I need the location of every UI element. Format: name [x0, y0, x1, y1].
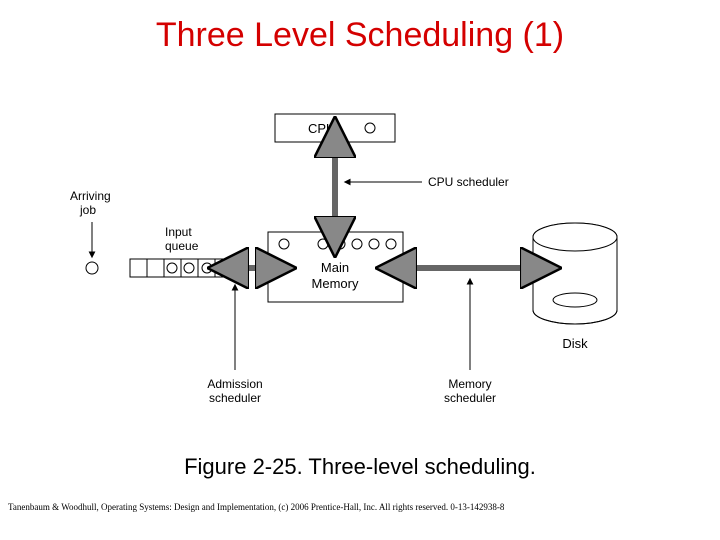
memory-scheduler-pointer: Memory scheduler: [444, 284, 496, 405]
arriving-job-label-2: job: [79, 203, 96, 217]
disk-shape: Disk: [533, 223, 617, 351]
disk-label: Disk: [562, 336, 588, 351]
diagram: CPU Main Memory Disk: [70, 92, 650, 432]
cpu-label: CPU: [308, 121, 335, 136]
cpu-scheduler-label: CPU scheduler: [428, 175, 509, 189]
admission-scheduler-pointer: Admission scheduler: [207, 290, 262, 405]
input-queue-label-1: Input: [165, 225, 192, 239]
arriving-job-label-1: Arriving: [70, 189, 111, 203]
main-memory-box: Main Memory: [268, 232, 403, 302]
admission-scheduler-label-2: scheduler: [209, 391, 261, 405]
input-queue: Input queue: [130, 225, 235, 277]
main-memory-label-1: Main: [321, 260, 349, 275]
memory-scheduler-label-1: Memory: [448, 377, 491, 391]
arriving-job: Arriving job: [70, 189, 111, 274]
input-queue-label-2: queue: [165, 239, 199, 253]
copyright-line: Tanenbaum & Woodhull, Operating Systems:…: [8, 502, 712, 512]
main-memory-label-2: Memory: [312, 276, 359, 291]
cpu-box: CPU: [275, 114, 395, 142]
page-title: Three Level Scheduling (1): [0, 16, 720, 55]
memory-scheduler-label-2: scheduler: [444, 391, 496, 405]
admission-scheduler-label-1: Admission: [207, 377, 262, 391]
cpu-scheduler-pointer: CPU scheduler: [350, 175, 509, 189]
figure-caption: Figure 2-25. Three-level scheduling.: [0, 454, 720, 480]
